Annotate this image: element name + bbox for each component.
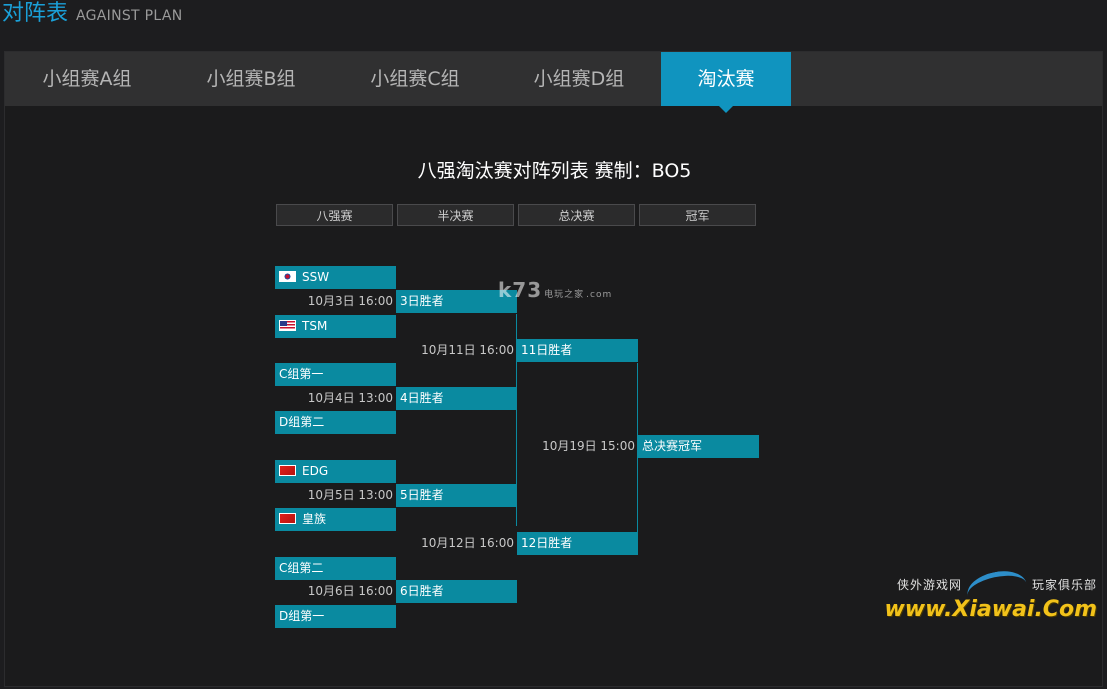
xiawai-right-text: 玩家俱乐部 [1031,578,1097,592]
tab-knockout[interactable]: 淘汰赛 [661,52,791,113]
round-header-final: 总决赛 [518,204,635,226]
winner-slot: 11日胜者 [517,339,638,362]
round-header-champion: 冠军 [639,204,756,226]
tab-group-d[interactable]: 小组赛D组 [497,52,661,106]
xiawai-watermark: www.Xiawai.Com [884,597,1097,622]
tab-group-b[interactable]: 小组赛B组 [169,52,333,106]
tab-group-a[interactable]: 小组赛A组 [5,52,169,106]
k73-watermark: k73 电玩之家 .com [498,278,612,302]
match-time: 10月11日 16:00 [421,343,514,357]
team-slot: C组第二 [275,557,396,580]
bracket-title: 八强淘汰赛对阵列表 赛制：BO5 [417,160,692,182]
winner-slot: 4日胜者 [396,387,517,410]
team-slot: 皇族 [275,508,396,531]
tab-group-c[interactable]: 小组赛C组 [333,52,497,106]
round-header-semifinal: 半决赛 [397,204,514,226]
match-time: 10月12日 16:00 [421,536,514,550]
team-slot: SSW [275,266,396,289]
winner-slot: 5日胜者 [396,484,517,507]
us-flag-icon [279,320,296,331]
team-name: SSW [302,270,330,284]
match-time: 10月5日 13:00 [307,488,393,502]
team-slot: TSM [275,315,396,338]
k73-domain: .com [586,290,613,300]
team-name: EDG [302,464,329,478]
kr-flag-icon [279,271,296,282]
team-slot: D组第二 [275,411,396,434]
team-name: TSM [302,319,328,333]
page-title: 对阵表 [2,1,69,26]
match-time: 10月3日 16:00 [307,294,393,308]
match-time: 10月6日 16:00 [307,584,393,598]
match-time: 10月4日 13:00 [307,391,393,405]
k73-logo-text: k73 [498,278,543,302]
xiawai-tagline: 侠外游戏网 玩家俱乐部 [897,576,1097,593]
winner-slot: 6日胜者 [396,580,517,603]
cn-flag-icon [279,465,296,476]
page-header: 对阵表 AGAINST PLAN [2,0,182,30]
cn-flag-icon [279,513,296,524]
round-header-quarterfinal: 八强赛 [276,204,393,226]
winner-slot: 12日胜者 [517,532,638,555]
team-name: 皇族 [302,512,327,526]
page-subtitle: AGAINST PLAN [76,8,183,24]
k73-subtitle: 电玩之家 [544,290,585,300]
team-slot: EDG [275,460,396,483]
match-time: 10月19日 15:00 [542,439,635,453]
team-slot: D组第一 [275,605,396,628]
champion-slot: 总决赛冠军 [638,435,759,458]
team-slot: C组第一 [275,363,396,386]
tab-bar: 小组赛A组 小组赛B组 小组赛C组 小组赛D组 淘汰赛 [5,52,1102,113]
xiawai-left-text: 侠外游戏网 [896,578,962,592]
